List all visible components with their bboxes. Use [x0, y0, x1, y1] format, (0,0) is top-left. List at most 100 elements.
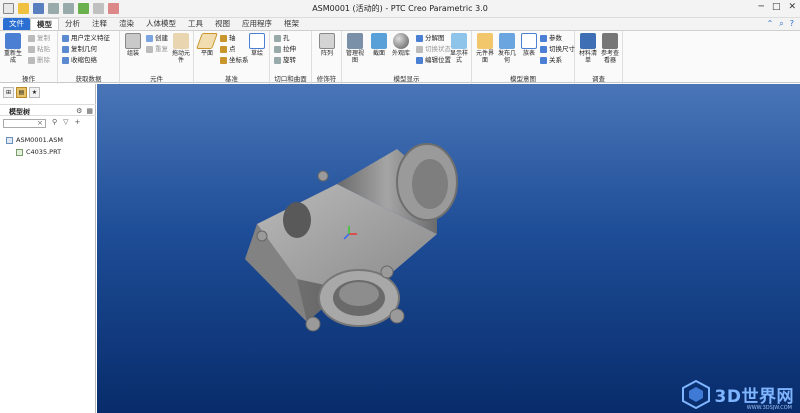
show-icon[interactable]: ▦ [86, 107, 93, 115]
search-icon[interactable]: ⌕ [779, 19, 783, 29]
component-interface-button[interactable]: 元件界面 [474, 33, 496, 64]
tree-item-assembly[interactable]: ASM0001.ASM [6, 136, 63, 144]
revolve-button[interactable]: 旋转 [274, 56, 296, 64]
appearance-sphere-icon [393, 33, 409, 49]
toggle-status-icon [416, 45, 423, 53]
manage-views-icon [347, 33, 363, 49]
hole-icon [274, 34, 281, 42]
point-icon [220, 45, 227, 53]
switch-dimensions-button[interactable]: 切换尺寸 [540, 45, 575, 53]
create-button[interactable]: 创建 [146, 34, 168, 42]
window-controls: ─ □ ✕ [759, 2, 796, 12]
shrinkwrap-button[interactable]: 收缩包络 [62, 56, 97, 64]
group-cuts-surfaces: 孔 拉伸 旋转 切口和曲面 [270, 31, 312, 84]
appearance-gallery-button[interactable]: 外观库 [390, 33, 412, 57]
tab-applications[interactable]: 应用程序 [236, 18, 278, 30]
exploded-view-button[interactable]: 分解图 [416, 34, 445, 42]
tab-annotate[interactable]: 注释 [86, 18, 113, 30]
delete-button[interactable]: 删除 [28, 56, 50, 64]
parameters-icon [540, 34, 547, 42]
group-model-intent: 元件界面 发布几何 族表 参数 切换尺寸 关系 模型意图 [472, 31, 575, 84]
clear-search-icon[interactable]: × [37, 119, 43, 127]
pattern-button[interactable]: 阵列 [316, 33, 338, 57]
3d-model[interactable] [97, 84, 800, 413]
relations-button[interactable]: 关系 [540, 56, 562, 64]
settings-icon[interactable]: ⚙ [76, 107, 82, 115]
hole-button[interactable]: 孔 [274, 34, 290, 42]
assemble-icon [125, 33, 141, 49]
sketch-button[interactable]: 草绘 [246, 33, 268, 57]
filter-icon[interactable]: ▽ [63, 118, 68, 126]
family-table-button[interactable]: 族表 [518, 33, 540, 57]
toggle-status-button[interactable]: 切换状态 [416, 45, 451, 53]
group-get-data: 用户定义特征 复制几何 收缩包络 获取数据 [58, 31, 120, 84]
component-interface-icon [477, 33, 493, 49]
folder-browser-tab-icon[interactable]: ▤ [16, 87, 27, 98]
tab-view[interactable]: 视图 [209, 18, 236, 30]
extrude-button[interactable]: 拉伸 [274, 45, 296, 53]
find-icon[interactable]: ⚲ [52, 118, 57, 126]
watermark-cube-icon [681, 379, 710, 409]
tab-tools[interactable]: 工具 [182, 18, 209, 30]
tab-file[interactable]: 文件 [3, 18, 30, 30]
axis-button[interactable]: 轴 [220, 34, 236, 42]
revolve-icon [274, 56, 281, 64]
drag-component-button[interactable]: 拖动元件 [170, 33, 192, 64]
copy-button[interactable]: 复制 [28, 34, 50, 42]
display-style-icon [451, 33, 467, 49]
tab-model[interactable]: 模型 [30, 18, 59, 30]
regenerate-button[interactable]: 重新生成 [2, 33, 24, 64]
publish-geometry-button[interactable]: 发布几何 [496, 33, 518, 64]
minimize-ribbon-icon[interactable]: ⌃ [767, 19, 774, 29]
tab-render[interactable]: 渲染 [113, 18, 140, 30]
group-investigate: 材料清单 参考查看器 调查 [575, 31, 623, 84]
axis-icon [220, 34, 227, 42]
csys-button[interactable]: 坐标系 [220, 56, 249, 64]
paste-icon [28, 45, 35, 53]
shrinkwrap-icon [62, 56, 69, 64]
group-model-display: 管理视图 截面 外观库 分解图 切换状态 编辑位置 显示样式 模型显示 [342, 31, 472, 84]
reference-viewer-button[interactable]: 参考查看器 [599, 33, 621, 64]
extrude-icon [274, 45, 281, 53]
relations-icon [540, 56, 547, 64]
ribbon-body: 重新生成 复制 粘贴 删除 操作 用户定义特征 复制几何 收缩包络 获取数据 组… [0, 30, 800, 84]
watermark-logo-text: 3D世界网 [714, 386, 794, 407]
tree-search-tools: ⚲ ▽ + [52, 118, 80, 126]
assemble-button[interactable]: 组装 [122, 33, 144, 57]
plane-icon [196, 33, 218, 49]
point-button[interactable]: 点 [220, 45, 236, 53]
group-datum: 平面 轴 点 坐标系 草绘 基准 [194, 31, 270, 84]
parameters-button[interactable]: 参数 [540, 34, 562, 42]
tab-analysis[interactable]: 分析 [59, 18, 86, 30]
copy-geometry-button[interactable]: 复制几何 [62, 45, 97, 53]
close-icon[interactable]: ✕ [788, 2, 796, 12]
plane-button[interactable]: 平面 [196, 33, 218, 57]
switch-dimensions-icon [540, 45, 547, 53]
udf-button[interactable]: 用户定义特征 [62, 34, 110, 42]
graphics-viewport[interactable]: 3D世界网 WWW.3DSJW.COM [97, 84, 800, 413]
family-table-icon [521, 33, 537, 49]
group-operations: 重新生成 复制 粘贴 删除 操作 [0, 31, 58, 84]
tab-manikin[interactable]: 人体模型 [140, 18, 182, 30]
add-column-icon[interactable]: + [75, 118, 81, 126]
display-style-button[interactable]: 显示样式 [448, 33, 470, 64]
help-icon[interactable]: ? [790, 19, 794, 29]
paste-button[interactable]: 粘贴 [28, 45, 50, 53]
repeat-button[interactable]: 重复 [146, 45, 168, 53]
section-button[interactable]: 截面 [368, 33, 390, 57]
tab-framework[interactable]: 框架 [278, 18, 305, 30]
tree-item-part[interactable]: C4035.PRT [16, 148, 61, 156]
favorites-tab-icon[interactable]: ★ [29, 87, 40, 98]
minimize-icon[interactable]: ─ [759, 2, 764, 12]
model-tree-tab-icon[interactable]: ⊞ [3, 87, 14, 98]
watermark-url: WWW.3DSJW.COM [746, 405, 792, 411]
exploded-view-icon [416, 34, 423, 42]
edit-position-button[interactable]: 编辑位置 [416, 56, 451, 64]
group-component: 组装 创建 重复 拖动元件 元件 [120, 31, 194, 84]
manage-views-button[interactable]: 管理视图 [344, 33, 366, 64]
navigator-panel: ⊞ ▤ ★ 模型树 ⚙ ▦ × ⚲ ▽ + ASM0001.ASM C4035.… [0, 84, 96, 413]
create-icon [146, 34, 153, 42]
maximize-icon[interactable]: □ [772, 2, 781, 12]
bill-of-materials-button[interactable]: 材料清单 [577, 33, 599, 64]
ribbon-tabs: 文件 模型 分析 注释 渲染 人体模型 工具 视图 应用程序 框架 [0, 18, 800, 30]
